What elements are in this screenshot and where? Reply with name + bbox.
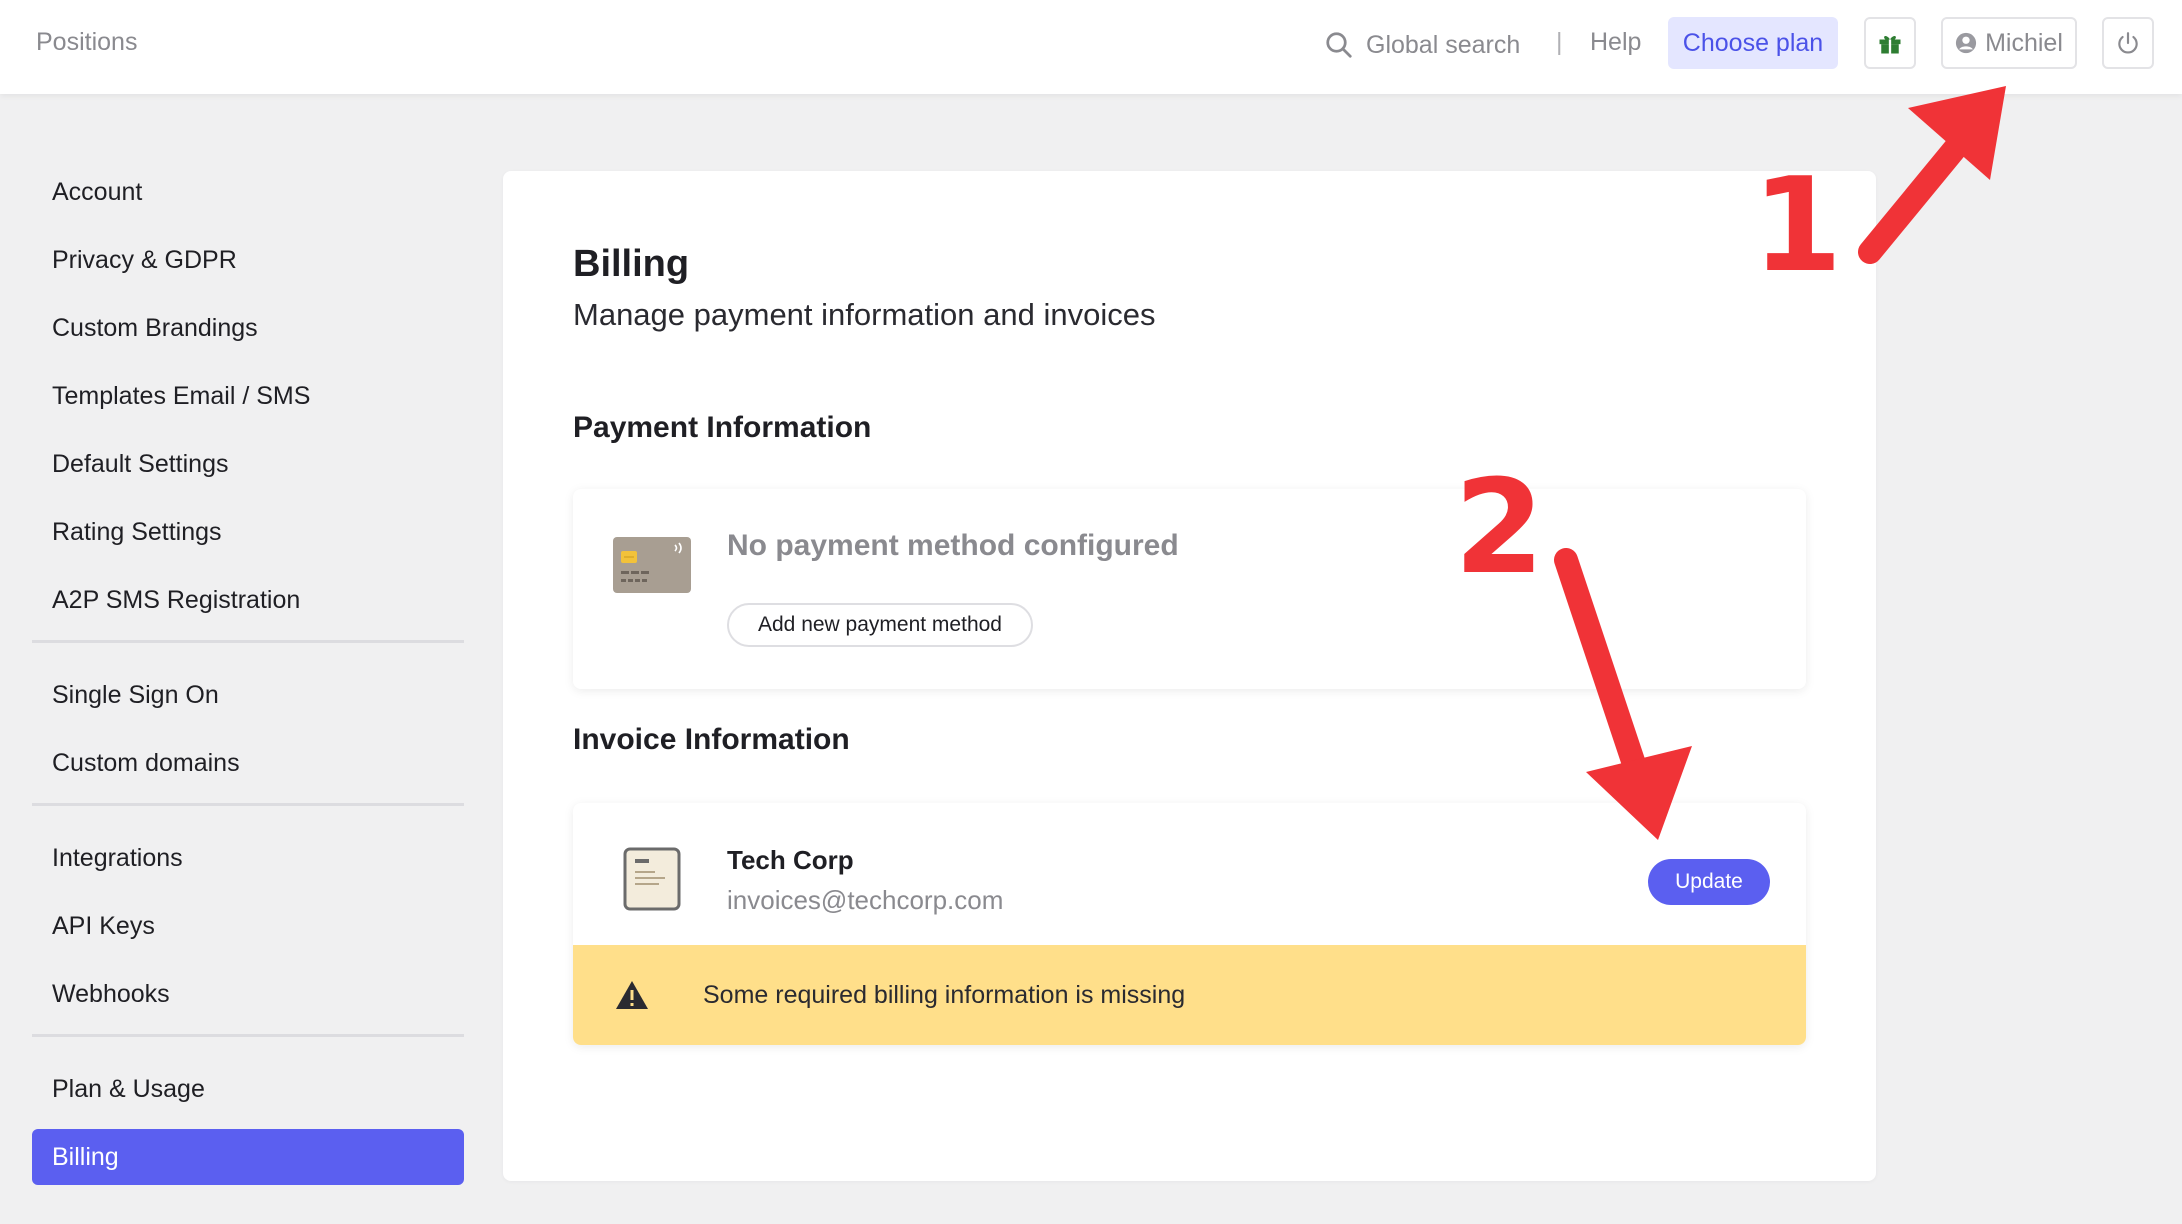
global-search[interactable]: Global search <box>1324 27 1520 63</box>
settings-sidebar: Account Privacy & GDPR Custom Brandings … <box>32 164 464 1197</box>
help-link[interactable]: Help <box>1590 28 1641 57</box>
sidebar-divider <box>32 640 464 643</box>
missing-info-warning: Some required billing information is mis… <box>573 945 1806 1045</box>
sidebar-item-sso[interactable]: Single Sign On <box>32 667 464 723</box>
sidebar-item-api-keys[interactable]: API Keys <box>32 898 464 954</box>
gift-button[interactable] <box>1864 17 1916 69</box>
sidebar-item-default-settings[interactable]: Default Settings <box>32 436 464 492</box>
choose-plan-button[interactable]: Choose plan <box>1668 17 1838 69</box>
sidebar-item-custom-brandings[interactable]: Custom Brandings <box>32 300 464 356</box>
invoice-section-heading: Invoice Information <box>573 723 850 756</box>
user-name: Michiel <box>1985 28 2063 57</box>
invoice-email: invoices@techcorp.com <box>727 885 1004 915</box>
user-avatar-icon <box>1956 32 1977 54</box>
sidebar-divider <box>32 1034 464 1037</box>
global-search-label: Global search <box>1366 30 1521 59</box>
sidebar-item-privacy-gdpr[interactable]: Privacy & GDPR <box>32 232 464 288</box>
user-menu-button[interactable]: Michiel <box>1941 17 2077 69</box>
sidebar-item-rating-settings[interactable]: Rating Settings <box>32 504 464 560</box>
sidebar-item-a2p-sms[interactable]: A2P SMS Registration <box>32 572 464 628</box>
invoice-panel: Tech Corp invoices@techcorp.com Update S… <box>573 803 1806 1045</box>
sidebar-item-webhooks[interactable]: Webhooks <box>32 966 464 1022</box>
update-invoice-button[interactable]: Update <box>1648 859 1770 905</box>
payment-status: No payment method configured <box>727 529 1179 562</box>
search-icon <box>1326 32 1352 58</box>
page-title: Billing <box>573 243 690 285</box>
page-subtitle: Manage payment information and invoices <box>573 297 1156 332</box>
sidebar-divider <box>32 803 464 806</box>
power-icon <box>2118 32 2138 54</box>
billing-card: Billing Manage payment information and i… <box>503 171 1876 1181</box>
payment-panel: No payment method configured Add new pay… <box>573 489 1806 689</box>
sidebar-item-custom-domains[interactable]: Custom domains <box>32 735 464 791</box>
sidebar-item-billing[interactable]: Billing <box>32 1129 464 1185</box>
gift-icon <box>1879 35 1901 54</box>
payment-section-heading: Payment Information <box>573 411 872 444</box>
credit-card-icon <box>613 537 691 593</box>
warning-text: Some required billing information is mis… <box>703 980 1186 1009</box>
logout-button[interactable] <box>2102 17 2154 69</box>
sidebar-item-plan-usage[interactable]: Plan & Usage <box>32 1061 464 1117</box>
warning-icon <box>616 981 648 1009</box>
sidebar-item-account[interactable]: Account <box>32 164 464 220</box>
annotation-arrow-1 <box>1858 86 2006 264</box>
invoice-company-name: Tech Corp <box>727 845 854 875</box>
header-separator: | <box>1556 28 1563 56</box>
brand-label[interactable]: Positions <box>36 28 137 57</box>
invoice-document-icon <box>623 847 681 911</box>
sidebar-item-templates[interactable]: Templates Email / SMS <box>32 368 464 424</box>
add-payment-method-button[interactable]: Add new payment method <box>727 603 1033 647</box>
sidebar-item-integrations[interactable]: Integrations <box>32 830 464 886</box>
top-bar: Positions Global search | Help Choose pl… <box>0 0 2182 94</box>
